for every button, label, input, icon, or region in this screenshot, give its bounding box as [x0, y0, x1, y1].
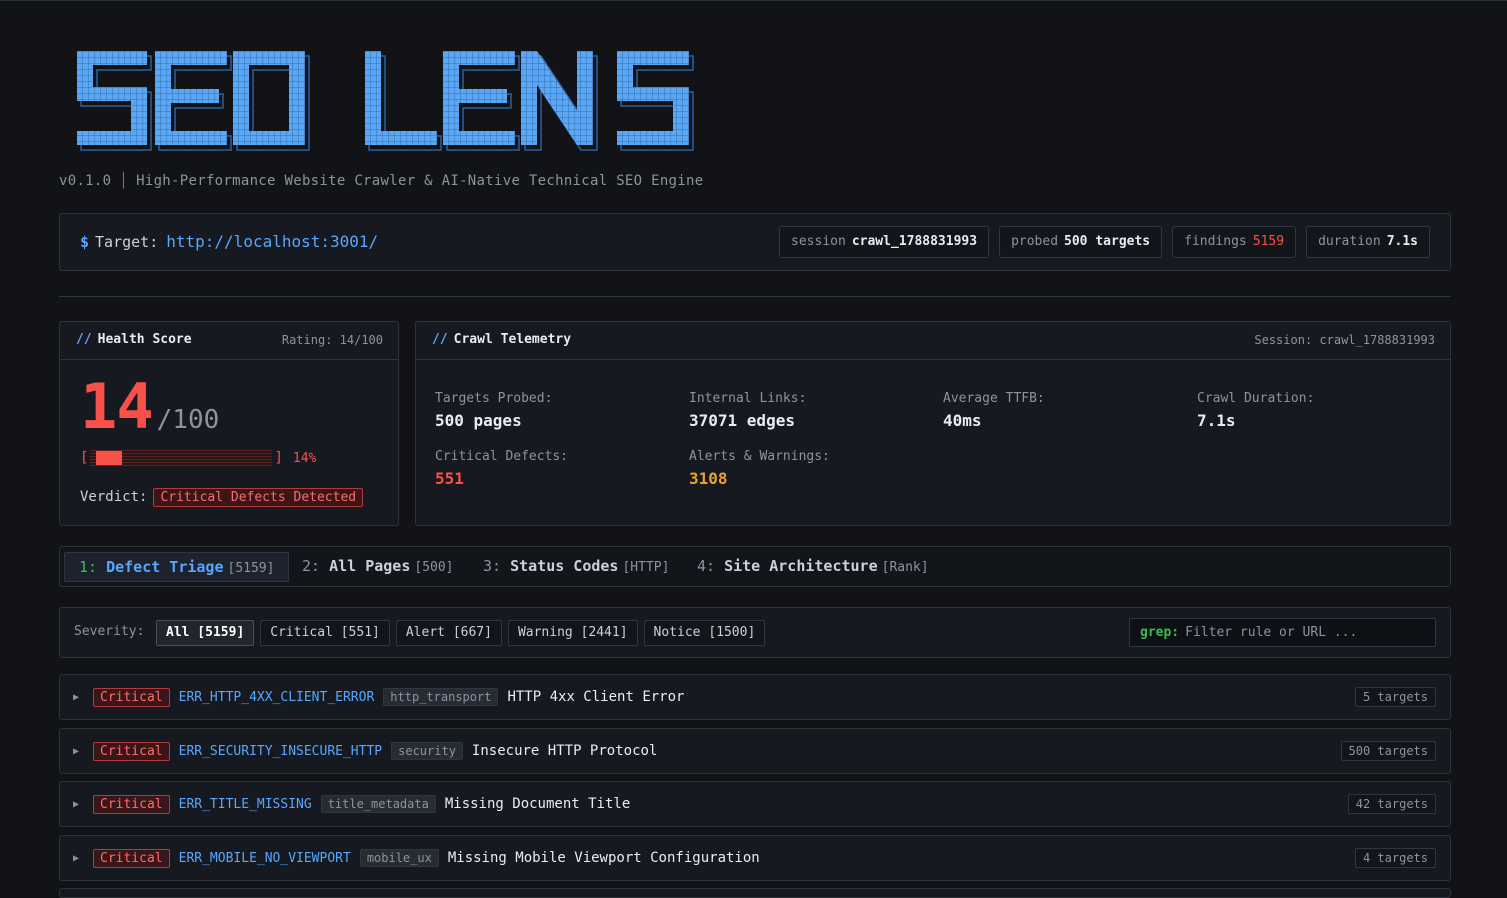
duration-pill: duration 7.1s: [1306, 226, 1430, 258]
severity-badge: Critical: [93, 848, 170, 868]
health-score-panel: //Health Score Rating: 14/100 14/100 [ ]…: [59, 321, 399, 526]
severity-badge: Critical: [93, 794, 170, 814]
prompt-symbol: $: [80, 233, 90, 251]
divider: [59, 296, 1451, 297]
verdict-label: Verdict:: [80, 489, 148, 505]
duration-value: 7.1s: [1386, 234, 1418, 249]
health-progress: [ ] 14%: [80, 450, 317, 466]
expand-caret-icon[interactable]: ▶: [73, 799, 93, 810]
rule-code: ERR_HTTP_4XX_CLIENT_ERROR: [178, 689, 375, 705]
session-pill: session crawl_1788831993: [779, 226, 990, 258]
session-key: session: [791, 234, 846, 249]
filter-all-button[interactable]: All [5159]: [156, 620, 255, 646]
tagline-text: High-Performance Website Crawler & AI-Na…: [136, 173, 704, 189]
expand-caret-icon[interactable]: ▶: [73, 853, 93, 864]
severity-badge: Critical: [93, 687, 170, 707]
rule-code: ERR_TITLE_MISSING: [178, 796, 312, 812]
stat-internal-links: Internal Links: 37071 edges: [689, 391, 807, 430]
verdict: Verdict: Critical Defects Detected: [80, 488, 364, 507]
score-max: /100: [156, 405, 220, 435]
seo-lens-logo: [77, 51, 694, 151]
health-progress-fill: [96, 451, 122, 465]
rule-code: ERR_SECURITY_INSECURE_HTTP: [178, 743, 383, 759]
finding-row[interactable]: ▶ Critical ERR_TITLE_MISSING title_metad…: [59, 781, 1451, 827]
category-tag: security: [391, 742, 463, 760]
targets-count-badge: 42 targets: [1347, 794, 1436, 814]
stat-targets-probed: Targets Probed: 500 pages: [435, 391, 553, 430]
grep-search-input[interactable]: [1185, 625, 1416, 640]
filter-notice-button[interactable]: Notice [1500]: [643, 620, 766, 646]
expand-caret-icon[interactable]: ▶: [73, 746, 93, 757]
expand-caret-icon[interactable]: ▶: [73, 692, 93, 703]
health-score: 14/100: [80, 370, 219, 443]
targets-count-badge: 4 targets: [1354, 848, 1436, 868]
rule-title: Missing Document Title: [444, 796, 631, 812]
tab-defect-triage[interactable]: 1: Defect Triage [5159]: [64, 552, 290, 582]
telemetry-panel-title: //Crawl Telemetry: [432, 332, 572, 347]
findings-key: findings: [1184, 234, 1247, 249]
target-bar: $ Target: http://localhost:3001/ session cr…: [59, 213, 1451, 271]
stat-average-ttfb: Average TTFB: 40ms: [943, 391, 1045, 430]
severity-label: Severity:: [74, 624, 145, 639]
tab-site-architecture[interactable]: 4: Site Architecture [Rank]: [683, 552, 943, 582]
rule-title: Missing Mobile Viewport Configuration: [447, 850, 760, 866]
health-rating: Rating: 14/100: [281, 333, 383, 347]
version-label: v0.1.0: [59, 173, 112, 189]
finding-row[interactable]: ▶ Critical ERR_MOBILE_NO_VIEWPORT mobile…: [59, 835, 1451, 881]
crawl-telemetry-panel: //Crawl Telemetry Session: crawl_1788831…: [415, 321, 1451, 526]
stat-critical-defects: Critical Defects: 551: [435, 449, 569, 488]
telemetry-panel-header: //Crawl Telemetry Session: crawl_1788831…: [416, 322, 1450, 360]
filter-alert-button[interactable]: Alert [667]: [395, 620, 502, 646]
target-label-text: Target:: [95, 233, 159, 251]
verdict-badge: Critical Defects Detected: [153, 488, 364, 507]
tab-all-pages[interactable]: 2: All Pages [500]: [288, 552, 468, 582]
stat-crawl-duration: Crawl Duration: 7.1s: [1197, 391, 1315, 430]
filter-critical-button[interactable]: Critical [551]: [260, 620, 390, 646]
targets-count-badge: 5 targets: [1354, 687, 1436, 707]
target-url-link[interactable]: http://localhost:3001/: [166, 232, 378, 251]
findings-value: 5159: [1252, 234, 1285, 249]
probed-pill: probed 500 targets: [999, 226, 1163, 258]
score-value: 14: [80, 370, 154, 443]
filter-warning-button[interactable]: Warning [2441]: [507, 620, 638, 646]
separator: │: [119, 173, 129, 189]
health-panel-title: //Health Score: [76, 332, 192, 347]
category-tag: title_metadata: [320, 795, 436, 813]
grep-search: grep:: [1129, 618, 1436, 647]
telemetry-session: Session: crawl_1788831993: [1254, 333, 1435, 347]
stat-alerts-warnings: Alerts & Warnings: 3108: [689, 449, 830, 488]
grep-label: grep:: [1140, 625, 1180, 640]
view-tabs: 1: Defect Triage [5159] 2: All Pages [500]…: [59, 546, 1451, 587]
severity-filter-bar: Severity: All [5159] Critical [551] Aler…: [59, 607, 1451, 658]
category-tag: http_transport: [383, 688, 499, 706]
finding-row-partial[interactable]: [59, 888, 1451, 898]
targets-count-badge: 500 targets: [1340, 741, 1436, 761]
tab-status-codes[interactable]: 3: Status Codes [HTTP]: [469, 552, 683, 582]
findings-pill: findings 5159: [1172, 226, 1297, 258]
probed-value: 500 targets: [1064, 234, 1151, 249]
health-progress-track: [90, 450, 273, 466]
rule-title: HTTP 4xx Client Error: [507, 689, 685, 705]
probed-key: probed: [1011, 234, 1059, 249]
rule-code: ERR_MOBILE_NO_VIEWPORT: [178, 850, 351, 866]
severity-badge: Critical: [93, 741, 170, 761]
duration-key: duration: [1318, 234, 1381, 249]
target-label: $ Target: http://localhost:3001/: [80, 232, 378, 251]
rule-title: Insecure HTTP Protocol: [471, 743, 658, 759]
severity-chips: All [5159] Critical [551] Alert [667] Wa…: [156, 620, 766, 646]
finding-row[interactable]: ▶ Critical ERR_HTTP_4XX_CLIENT_ERROR htt…: [59, 674, 1451, 720]
session-value: crawl_1788831993: [851, 234, 978, 249]
tagline: v0.1.0 │ High-Performance Website Crawler …: [59, 173, 703, 189]
category-tag: mobile_ux: [359, 849, 439, 867]
finding-row[interactable]: ▶ Critical ERR_SECURITY_INSECURE_HTTP se…: [59, 728, 1451, 774]
health-panel-header: //Health Score Rating: 14/100: [60, 322, 398, 360]
health-percent: 14%: [292, 450, 317, 466]
crawl-summary-pills: session crawl_1788831993 probed 500 target…: [779, 226, 1430, 258]
